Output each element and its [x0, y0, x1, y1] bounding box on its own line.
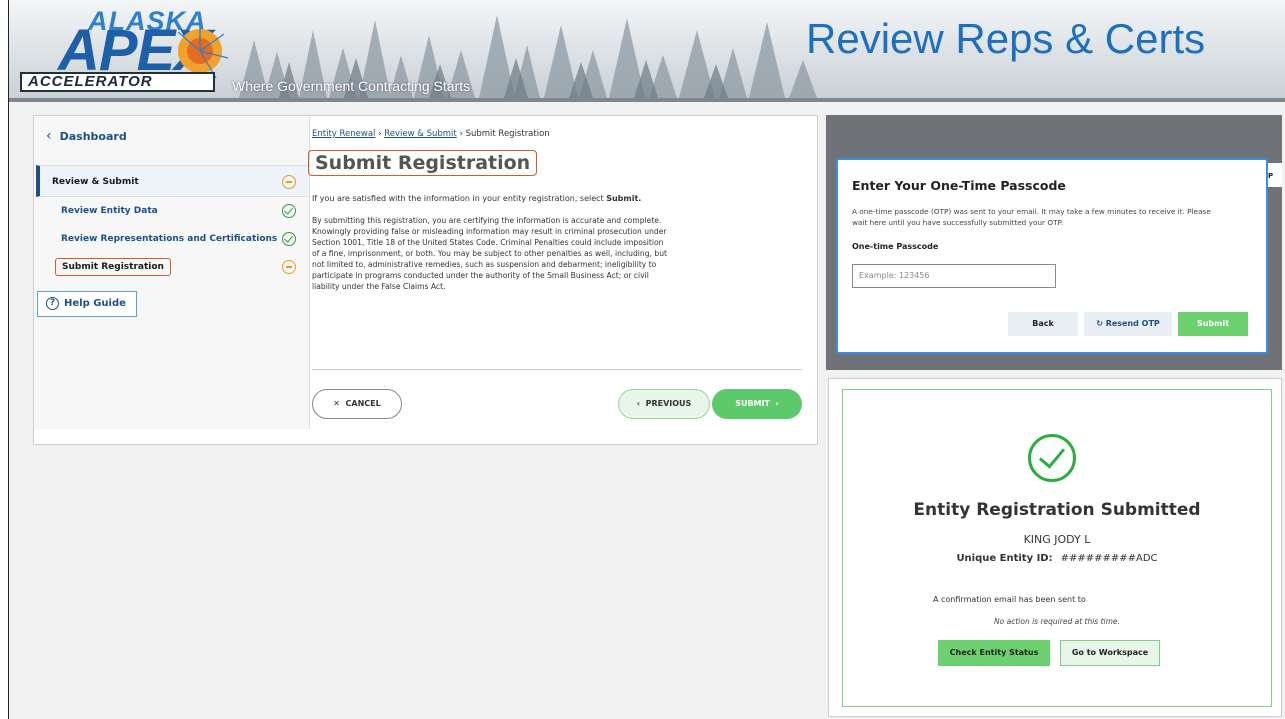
in-progress-icon — [282, 260, 296, 274]
refresh-icon: ↻ — [1096, 319, 1106, 328]
sidebar-item-review-reps-certs[interactable]: Review Representations and Certification… — [36, 225, 308, 253]
breadcrumb: Entity Renewal › Review & Submit › Submi… — [312, 129, 550, 139]
go-to-workspace-button[interactable]: Go to Workspace — [1060, 640, 1160, 666]
intro-prefix: If you are satisfied with the informatio… — [312, 194, 607, 203]
previous-label: PREVIOUS — [645, 399, 692, 408]
main-content: Entity Renewal › Review & Submit › Submi… — [308, 116, 817, 429]
chevron-right-icon: › — [769, 399, 779, 408]
sidebar: ‹ Dashboard Review & Submit Review Entity… — [34, 116, 310, 429]
check-circle-icon — [282, 232, 296, 246]
sidebar-item-label: Review Entity Data — [61, 206, 158, 216]
check-circle-icon — [282, 204, 296, 218]
sidebar-item-label: Submit Registration — [55, 258, 171, 276]
back-button[interactable]: Back — [1008, 312, 1078, 336]
resend-label: Resend OTP — [1105, 319, 1160, 328]
confirmation-title: Entity Registration Submitted — [913, 500, 1201, 520]
intro-text: If you are satisfied with the informatio… — [312, 194, 672, 203]
breadcrumb-entity-renewal[interactable]: Entity Renewal — [312, 129, 375, 139]
background-text-fragment: P — [1268, 163, 1282, 187]
entity-name: KING JODY L — [1023, 533, 1091, 546]
cancel-label: CANCEL — [345, 399, 381, 408]
confirmation-card: Entity Registration Submitted KING JODY … — [842, 389, 1272, 707]
question-circle-icon: ? — [46, 297, 59, 310]
breadcrumb-review-submit[interactable]: Review & Submit — [384, 129, 457, 139]
help-guide-button[interactable]: ? Help Guide — [37, 291, 137, 317]
check-circle-icon — [1028, 434, 1076, 482]
in-progress-icon — [282, 175, 296, 189]
logo-accelerator-text: ACCELERATOR — [20, 72, 215, 92]
check-entity-status-button[interactable]: Check Entity Status — [938, 640, 1050, 666]
no-action-note: No action is required at this time. — [994, 617, 1120, 626]
dashboard-link[interactable]: ‹ Dashboard — [46, 128, 127, 144]
sidebar-item-review-submit[interactable]: Review & Submit — [36, 165, 308, 197]
otp-submit-button[interactable]: Submit — [1178, 312, 1248, 336]
resend-otp-button[interactable]: ↻ Resend OTP — [1084, 312, 1172, 336]
page-title: Submit Registration — [308, 150, 538, 176]
close-icon: ✕ — [333, 399, 346, 408]
otp-field-label: One-time Passcode — [852, 242, 939, 251]
submit-registration-screenshot: ‹ Dashboard Review & Submit Review Entity… — [33, 115, 818, 445]
sidebar-item-submit-registration[interactable]: Submit Registration — [36, 253, 308, 281]
otp-dialog-screenshot: P Enter Your One-Time Passcode A one-tim… — [826, 115, 1282, 370]
confirmation-screenshot: Entity Registration Submitted KING JODY … — [828, 378, 1282, 717]
sidebar-item-review-entity-data[interactable]: Review Entity Data — [36, 197, 308, 225]
unique-entity-id: Unique Entity ID: #########ADC — [843, 553, 1271, 564]
apex-accelerator-logo: ALASKA APEX ACCELERATOR — [20, 6, 250, 96]
divider — [312, 369, 802, 370]
sidebar-item-label: Review Representations and Certification… — [61, 234, 278, 244]
intro-bold: Submit. — [606, 194, 642, 203]
otp-title: Enter Your One-Time Passcode — [852, 178, 1066, 193]
cancel-button[interactable]: ✕ CANCEL — [312, 389, 402, 419]
uei-value: #########ADC — [1060, 553, 1158, 564]
tagline: Where Government Contracting Starts — [232, 78, 471, 94]
slide-title: Review Reps & Certs — [806, 15, 1206, 62]
sidebar-item-label: Review & Submit — [52, 177, 139, 187]
certification-text: By submitting this registration, you are… — [312, 216, 667, 291]
dashboard-label: Dashboard — [59, 130, 127, 143]
submit-label: SUBMIT — [735, 399, 770, 408]
help-guide-label: Help Guide — [64, 298, 126, 309]
header-divider — [9, 98, 1285, 102]
breadcrumb-current: Submit Registration — [465, 129, 550, 139]
email-note: A confirmation email has been sent to — [933, 595, 1086, 604]
sidebar-nav: Review & Submit Review Entity Data Revie… — [36, 165, 308, 281]
otp-description: A one-time passcode (OTP) was sent to yo… — [852, 207, 1211, 227]
uei-label: Unique Entity ID: — [956, 553, 1053, 564]
otp-input[interactable]: Example: 123456 — [852, 264, 1056, 288]
chevron-left-icon: ‹ — [636, 399, 646, 408]
chevron-left-icon: ‹ — [46, 128, 52, 144]
submit-button[interactable]: SUBMIT › — [712, 389, 802, 419]
previous-button[interactable]: ‹ PREVIOUS — [618, 389, 710, 419]
otp-dialog: Enter Your One-Time Passcode A one-time … — [836, 158, 1268, 354]
